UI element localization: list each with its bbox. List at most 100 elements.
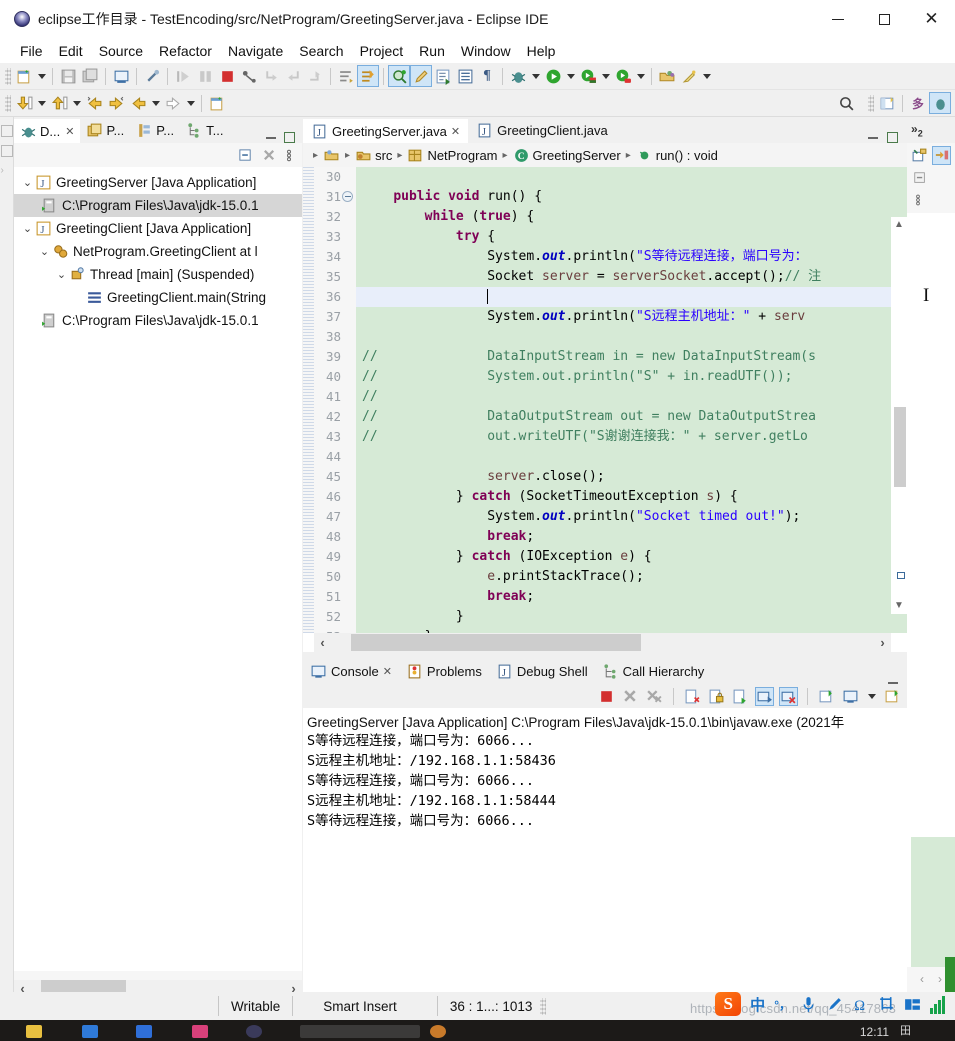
remove-launch-button[interactable] [621,687,640,706]
open-type-button[interactable] [432,65,454,87]
coverage-button[interactable] [612,65,634,87]
open-perspective-switcher-button[interactable] [876,92,898,114]
debug-dropdown[interactable] [529,65,542,87]
tree-item-thread[interactable]: ⌄ Thread [main] (Suspended) [14,263,302,286]
maximize-view-icon[interactable] [887,132,898,143]
menu-help[interactable]: Help [519,40,564,62]
clear-console-button[interactable] [683,687,702,706]
taskbar-icon-3[interactable] [136,1025,152,1038]
open-console-button[interactable] [883,687,902,706]
variables-tree[interactable]: I [907,213,955,967]
code-line[interactable]: Socket server = serverSocket.accept();//… [356,267,907,287]
back-annotated-button[interactable] [83,92,105,114]
menu-search[interactable]: Search [291,40,351,62]
code-line[interactable]: System.out.println("Socket timed out!"); [356,507,907,527]
menu-navigate[interactable]: Navigate [220,40,291,62]
breadcrumb-method[interactable]: run() : void [636,147,718,164]
run-config-dropdown[interactable] [599,65,612,87]
breadcrumb-package[interactable]: NetProgram [407,147,498,164]
code-line[interactable]: } catch (IOException e) { [356,547,907,567]
show-logical-structure-icon[interactable] [911,147,928,164]
run-config-button[interactable] [577,65,599,87]
menu-file[interactable]: File [12,40,51,62]
minimize-view-icon[interactable] [868,136,878,139]
display-selected-console-button[interactable] [841,687,860,706]
toolbar-grip[interactable] [5,94,11,112]
expand-rail-icon[interactable]: › [1,165,13,177]
wand-button[interactable] [678,65,700,87]
taskbar-icon-5[interactable] [246,1025,262,1038]
scroll-left-icon[interactable]: ‹ [314,635,331,650]
pen-icon[interactable] [826,995,843,1014]
pin-console-button[interactable] [817,687,836,706]
save-all-button[interactable] [79,65,101,87]
skip-breakpoints-button[interactable] [238,65,260,87]
view-menu-icon[interactable] [915,193,921,207]
tab-call-hierarchy[interactable]: Call Hierarchy [595,658,712,684]
code-line[interactable]: System.out.println("S等待远程连接，端口号为： [356,247,907,267]
breadcrumb-src[interactable]: src [355,147,392,164]
maximize-button[interactable] [861,0,908,38]
tab-project-explorer[interactable]: P... [130,117,180,143]
code-line[interactable]: public void run() { [356,187,907,207]
download-dropdown[interactable] [35,92,48,114]
fold-toggle-icon[interactable] [342,191,353,202]
link-break-button[interactable] [141,65,163,87]
minimize-view-icon[interactable] [888,682,898,684]
editor-hscrollbar[interactable]: ‹ › [314,633,891,652]
console-dropdown[interactable] [865,685,878,707]
menu-refactor[interactable]: Refactor [151,40,220,62]
back-button[interactable] [127,92,149,114]
taskbar-icon-6[interactable] [300,1025,420,1038]
open-perspective-button[interactable] [656,65,678,87]
step-return-button[interactable] [282,65,304,87]
show-variable-details-button[interactable] [932,145,951,165]
menu-window[interactable]: Window [453,40,519,62]
tab-type-hierarchy[interactable]: T... [180,117,229,143]
upload-button[interactable] [48,92,70,114]
scroll-right-icon[interactable]: › [874,635,891,650]
sogou-logo-icon[interactable]: S [715,992,742,1016]
new-window-button[interactable] [206,92,228,114]
remove-all-terminated-icon[interactable] [262,148,277,163]
code-line[interactable]: break; [356,587,907,607]
close-icon[interactable]: ✕ [451,125,460,138]
code-line[interactable] [356,167,907,187]
overview-marker[interactable] [897,572,905,579]
forward-button[interactable] [162,92,184,114]
pause-button[interactable] [194,65,216,87]
tree-item-stack-frame[interactable]: GreetingClient.main(String [14,286,302,309]
chevron-down-icon[interactable]: ⌄ [54,268,69,281]
run-dropdown[interactable] [564,65,577,87]
microphone-icon[interactable] [800,995,817,1014]
hscroll-thumb[interactable] [351,634,641,651]
tree-item-debug-target[interactable]: ⌄ NetProgram.GreetingClient at l [14,240,302,263]
forward-dropdown[interactable] [184,92,197,114]
code-line[interactable]: while (true) { [356,207,907,227]
screenshot-icon[interactable] [878,995,895,1014]
tab-debug-shell[interactable]: J Debug Shell [489,658,595,684]
annotation-ruler[interactable] [303,167,314,633]
code-line[interactable] [356,327,907,347]
menu-run[interactable]: Run [411,40,453,62]
drop-to-frame-button[interactable] [304,65,326,87]
chevron-down-icon[interactable]: ⌄ [20,222,35,235]
forward-annotated-button[interactable] [105,92,127,114]
close-icon[interactable]: ✕ [383,665,392,678]
editor-tab-greetingserver[interactable]: J GreetingServer.java ✕ [303,117,469,143]
taskbar-icon-1[interactable] [26,1025,42,1038]
scroll-up-icon[interactable]: ▲ [891,217,907,233]
taskbar-ime-indicator[interactable]: 田 [900,1022,911,1038]
chevron-down-icon[interactable]: ⌄ [20,176,35,189]
tab-problems[interactable]: Problems [399,658,489,684]
scroll-left-icon[interactable]: ‹ [920,972,924,986]
scroll-right-icon[interactable]: › [938,972,942,986]
close-icon[interactable]: ✕ [65,125,74,138]
menu-project[interactable]: Project [352,40,412,62]
terminate-button[interactable] [216,65,238,87]
show-console-on-error-button[interactable] [779,686,798,706]
taskbar-icon-2[interactable] [82,1025,98,1038]
pilcrow-button[interactable]: ¶ [476,65,498,87]
tab-console[interactable]: Console ✕ [303,658,399,684]
folding-ruler[interactable] [344,167,356,633]
